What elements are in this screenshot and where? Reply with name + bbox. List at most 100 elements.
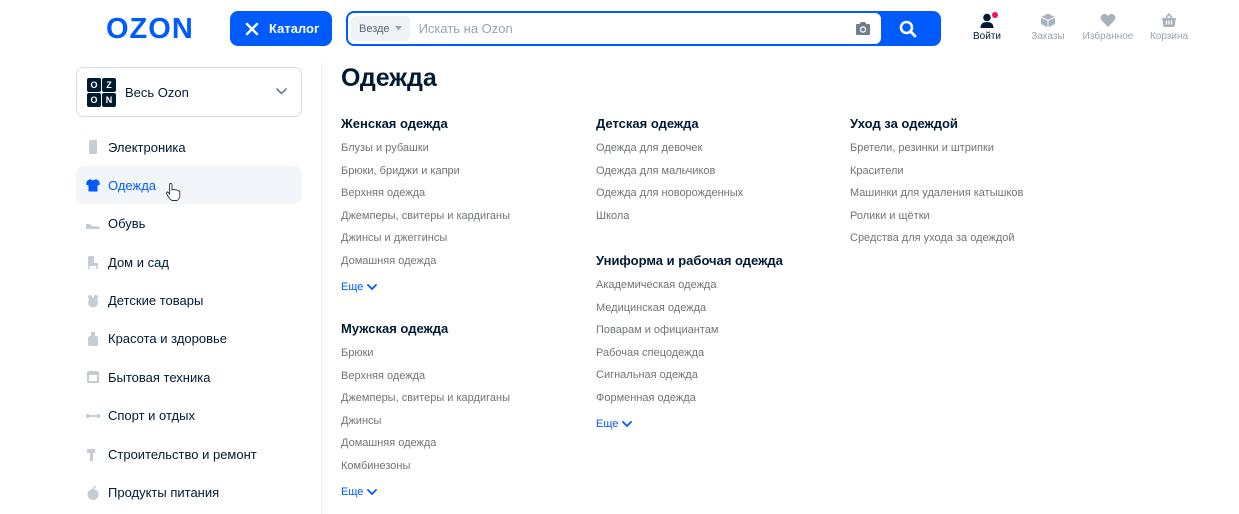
- category-group: Униформа и рабочая одежда Академическая о…: [596, 253, 836, 435]
- ozon-mini-logo: O Z O N: [87, 77, 116, 107]
- subcategory-link[interactable]: Джинсы и джеггинсы: [341, 230, 581, 253]
- sidebar-item-construction[interactable]: Строительство и ремонт: [76, 435, 302, 473]
- show-more-link[interactable]: Еще: [341, 276, 581, 298]
- category-column: Детская одежда Одежда для девочек Одежда д…: [596, 116, 836, 458]
- search-field: Везде: [348, 13, 881, 44]
- search-bar: Везде: [346, 11, 941, 46]
- appliance-icon: [87, 371, 99, 384]
- subcategory-link[interactable]: Брюки, бриджи и капри: [341, 163, 581, 186]
- subcategory-link[interactable]: Джинсы: [341, 413, 581, 436]
- category-group: Детская одежда Одежда для девочек Одежда д…: [596, 116, 836, 230]
- page-title: Одежда: [341, 64, 437, 92]
- sidebar-divider: [321, 62, 322, 514]
- subcategory-link[interactable]: Брюки: [341, 345, 581, 368]
- subcategory-link[interactable]: Академическая одежда: [596, 277, 836, 300]
- header-cart[interactable]: Корзина: [1139, 13, 1199, 42]
- subcategory-link[interactable]: Одежда для мальчиков: [596, 163, 836, 186]
- group-title[interactable]: Детская одежда: [596, 116, 836, 135]
- subcategory-link[interactable]: Одежда для новорожденных: [596, 185, 836, 208]
- sidebar-item-electronics[interactable]: Электроника: [76, 128, 302, 166]
- chevron-down-icon: [367, 283, 378, 290]
- header-orders[interactable]: Заказы: [1018, 13, 1078, 42]
- subcategory-link[interactable]: Машинки для удаления катышков: [850, 185, 1090, 208]
- subcategory-link[interactable]: Верхняя одежда: [341, 185, 581, 208]
- search-input[interactable]: [418, 21, 839, 36]
- search-scope-label: Везде: [359, 22, 390, 35]
- hand-cursor-icon: [166, 182, 181, 201]
- subcategory-link[interactable]: Поварам и официантам: [596, 322, 836, 345]
- group-title[interactable]: Униформа и рабочая одежда: [596, 253, 836, 272]
- header-orders-label: Заказы: [1031, 31, 1065, 42]
- show-more-label: Еще: [341, 486, 364, 498]
- cosmetics-icon: [88, 331, 98, 346]
- subcategory-link[interactable]: Форменная одежда: [596, 390, 836, 413]
- tools-icon: [87, 449, 95, 462]
- chevron-down-icon: [622, 420, 633, 427]
- search-icon[interactable]: [899, 20, 917, 38]
- all-ozon-selector[interactable]: O Z O N Весь Ozon: [76, 67, 302, 117]
- category-sidebar: Электроника Одежда Обувь Дом и сад Детск…: [76, 128, 302, 512]
- ozon-logo[interactable]: OZON: [106, 14, 212, 42]
- subcategory-link[interactable]: Бретели, резинки и штрипки: [850, 140, 1090, 163]
- food-icon: [87, 485, 99, 500]
- show-more-link[interactable]: Еще: [596, 413, 836, 435]
- category-group: Мужская одежда Брюки Верхняя одежда Джемпер…: [341, 321, 581, 503]
- catalog-button[interactable]: Каталог: [230, 11, 332, 46]
- sidebar-item-kids[interactable]: Детские товары: [76, 282, 302, 320]
- sidebar-item-home-garden[interactable]: Дом и сад: [76, 243, 302, 281]
- show-more-label: Еще: [596, 418, 619, 430]
- notification-dot: [992, 12, 998, 18]
- show-more-link[interactable]: Еще: [341, 481, 581, 503]
- subcategory-link[interactable]: Средства для ухода за одеждой: [850, 230, 1090, 253]
- camera-icon[interactable]: [855, 21, 871, 36]
- subcategory-link[interactable]: Домашняя одежда: [341, 435, 581, 458]
- dropdown-triangle-icon: [394, 26, 402, 31]
- subcategory-link[interactable]: Школа: [596, 208, 836, 231]
- catalog-label: Каталог: [269, 21, 320, 36]
- subcategory-link[interactable]: Медицинская одежда: [596, 300, 836, 323]
- close-icon: [245, 22, 259, 35]
- subcategory-link[interactable]: Красители: [850, 163, 1090, 186]
- subcategory-link[interactable]: Верхняя одежда: [341, 368, 581, 391]
- show-more-label: Еще: [341, 281, 364, 293]
- header-login[interactable]: Войти: [957, 12, 1017, 42]
- sport-icon: [86, 413, 100, 418]
- group-title[interactable]: Мужская одежда: [341, 321, 581, 340]
- header-favorites-label: Избранное: [1082, 31, 1134, 42]
- header-cart-label: Корзина: [1149, 31, 1189, 42]
- sidebar-item-shoes[interactable]: Обувь: [76, 205, 302, 243]
- category-group: Уход за одеждой Бретели, резинки и штрипк…: [850, 116, 1090, 253]
- sidebar-item-beauty[interactable]: Красота и здоровье: [76, 320, 302, 358]
- subcategory-link[interactable]: Сигнальная одежда: [596, 367, 836, 390]
- chevron-down-icon: [367, 488, 378, 495]
- category-group: Женская одежда Блузы и рубашки Брюки, брид…: [341, 116, 581, 298]
- heart-icon: [1100, 13, 1116, 27]
- header-favorites[interactable]: Избранное: [1078, 13, 1138, 42]
- group-title[interactable]: Женская одежда: [341, 116, 581, 135]
- box-icon: [1040, 13, 1056, 28]
- basket-icon: [1162, 13, 1176, 27]
- sidebar-item-clothing[interactable]: Одежда: [76, 166, 302, 205]
- phone-icon: [89, 140, 97, 154]
- sidebar-item-sport[interactable]: Спорт и отдых: [76, 397, 302, 435]
- all-ozon-label: Весь Ozon: [125, 84, 189, 100]
- subcategory-link[interactable]: Одежда для девочек: [596, 140, 836, 163]
- tshirt-icon: [86, 179, 100, 192]
- subcategory-link[interactable]: Домашняя одежда: [341, 253, 581, 276]
- group-title[interactable]: Уход за одеждой: [850, 116, 1090, 135]
- category-column: Женская одежда Блузы и рубашки Брюки, брид…: [341, 116, 581, 514]
- subcategory-link[interactable]: Рабочая спецодежда: [596, 345, 836, 368]
- sidebar-item-appliances[interactable]: Бытовая техника: [76, 358, 302, 396]
- subcategory-link[interactable]: Ролики и щётки: [850, 208, 1090, 231]
- shoe-icon: [86, 223, 100, 229]
- sidebar-item-food[interactable]: Продукты питания: [76, 474, 302, 512]
- chair-icon: [88, 256, 98, 270]
- subcategory-link[interactable]: Блузы и рубашки: [341, 140, 581, 163]
- subcategory-link[interactable]: Джемперы, свитеры и кардиганы: [341, 208, 581, 231]
- toy-icon: [88, 294, 98, 308]
- search-scope-select[interactable]: Везде: [351, 16, 410, 41]
- subcategory-link[interactable]: Джемперы, свитеры и кардиганы: [341, 390, 581, 413]
- chevron-down-icon: [276, 88, 287, 95]
- svg-text:OZON: OZON: [106, 14, 194, 42]
- subcategory-link[interactable]: Комбинезоны: [341, 458, 581, 481]
